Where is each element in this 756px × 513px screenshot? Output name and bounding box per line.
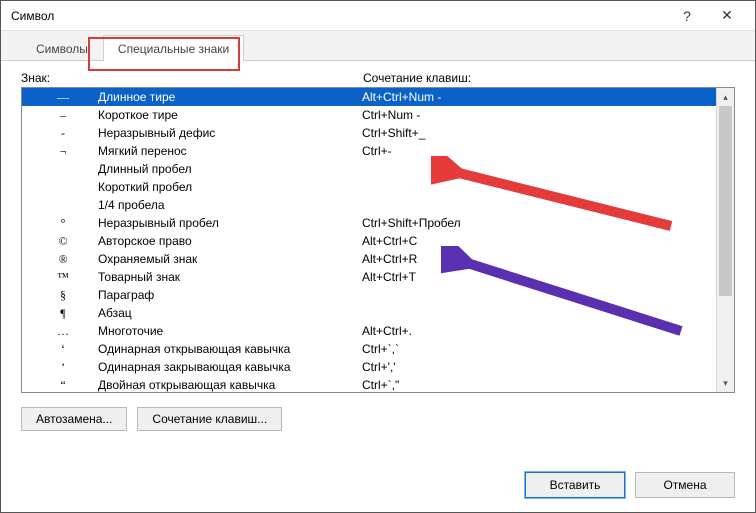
character-list: —Длинное тиреAlt+Ctrl+Num -–Короткое тир… — [21, 87, 735, 393]
lower-button-row: Автозамена... Сочетание клавиш... — [21, 407, 735, 431]
row-symbol: “ — [28, 376, 98, 393]
row-shortcut: Alt+Ctrl+R — [362, 250, 716, 268]
shortcut-button[interactable]: Сочетание клавиш... — [137, 407, 282, 431]
row-shortcut: Ctrl+Num - — [362, 106, 716, 124]
row-shortcut: Ctrl+Shift+Пробел — [362, 214, 716, 232]
row-name: Двойная открывающая кавычка — [98, 376, 362, 393]
table-row[interactable]: ©Авторское правоAlt+Ctrl+C — [22, 232, 716, 250]
row-symbol: § — [28, 286, 98, 304]
row-shortcut: Alt+Ctrl+. — [362, 322, 716, 340]
row-shortcut — [362, 178, 716, 196]
row-name: Короткое тире — [98, 106, 362, 124]
table-row[interactable]: -Неразрывный дефисCtrl+Shift+_ — [22, 124, 716, 142]
dialog-body: Знак: Сочетание клавиш: —Длинное тиреAlt… — [1, 61, 755, 443]
table-row[interactable]: ¶Абзац — [22, 304, 716, 322]
row-shortcut — [362, 196, 716, 214]
insert-button[interactable]: Вставить — [525, 472, 625, 498]
table-row[interactable]: …МноготочиеAlt+Ctrl+. — [22, 322, 716, 340]
row-name: Одинарная закрывающая кавычка — [98, 358, 362, 376]
row-symbol — [28, 178, 98, 196]
character-list-rows: —Длинное тиреAlt+Ctrl+Num -–Короткое тир… — [22, 88, 716, 392]
row-name: Абзац — [98, 304, 362, 322]
row-name: Короткий пробел — [98, 178, 362, 196]
row-shortcut: Alt+Ctrl+T — [362, 268, 716, 286]
help-icon[interactable]: ? — [667, 1, 707, 31]
row-symbol — [28, 160, 98, 178]
column-headers: Знак: Сочетание клавиш: — [21, 71, 735, 85]
row-symbol: … — [28, 322, 98, 340]
table-row[interactable]: “Двойная открывающая кавычкаCtrl+`," — [22, 376, 716, 393]
tab-symbols[interactable]: Символы — [21, 35, 103, 61]
row-shortcut: Ctrl+`,` — [362, 340, 716, 358]
row-shortcut: Ctrl+`," — [362, 376, 716, 393]
scroll-track[interactable] — [717, 106, 734, 374]
tab-symbols-label: Символы — [36, 42, 88, 56]
table-row[interactable]: ’Одинарная закрывающая кавычкаCtrl+',' — [22, 358, 716, 376]
scroll-up-icon[interactable]: ▴ — [717, 88, 734, 106]
autocorrect-button[interactable]: Автозамена... — [21, 407, 127, 431]
row-name: Длинное тире — [98, 88, 362, 106]
cancel-button[interactable]: Отмена — [635, 472, 735, 498]
table-row[interactable]: ®Охраняемый знакAlt+Ctrl+R — [22, 250, 716, 268]
footer-buttons: Вставить Отмена — [525, 472, 735, 498]
table-row[interactable]: ™Товарный знакAlt+Ctrl+T — [22, 268, 716, 286]
titlebar: Символ ? ✕ — [1, 1, 755, 31]
row-shortcut — [362, 286, 716, 304]
row-shortcut — [362, 304, 716, 322]
tab-special-characters-label: Специальные знаки — [118, 42, 229, 56]
tabstrip: Символы Специальные знаки — [1, 31, 755, 61]
row-symbol: – — [28, 106, 98, 124]
row-symbol: © — [28, 232, 98, 250]
row-symbol: ¬ — [28, 142, 98, 160]
row-shortcut: Alt+Ctrl+C — [362, 232, 716, 250]
row-shortcut: Alt+Ctrl+Num - — [362, 88, 716, 106]
row-name: 1/4 пробела — [98, 196, 362, 214]
row-name: Неразрывный дефис — [98, 124, 362, 142]
row-symbol: ° — [28, 214, 98, 232]
table-row[interactable]: ‘Одинарная открывающая кавычкаCtrl+`,` — [22, 340, 716, 358]
row-name: Авторское право — [98, 232, 362, 250]
row-symbol: - — [28, 124, 98, 142]
row-name: Многоточие — [98, 322, 362, 340]
row-name: Мягкий перенос — [98, 142, 362, 160]
header-sign: Знак: — [21, 71, 50, 85]
row-shortcut — [362, 160, 716, 178]
row-shortcut: Ctrl+- — [362, 142, 716, 160]
header-shortcut: Сочетание клавиш: — [363, 71, 471, 85]
scroll-down-icon[interactable]: ▾ — [717, 374, 734, 392]
table-row[interactable]: Длинный пробел — [22, 160, 716, 178]
table-row[interactable]: °Неразрывный пробелCtrl+Shift+Пробел — [22, 214, 716, 232]
row-name: Параграф — [98, 286, 362, 304]
table-row[interactable]: §Параграф — [22, 286, 716, 304]
row-symbol: ’ — [28, 358, 98, 376]
row-symbol: ‘ — [28, 340, 98, 358]
table-row[interactable]: 1/4 пробела — [22, 196, 716, 214]
row-shortcut: Ctrl+Shift+_ — [362, 124, 716, 142]
scroll-thumb[interactable] — [719, 106, 732, 296]
scrollbar[interactable]: ▴ ▾ — [716, 88, 734, 392]
table-row[interactable]: —Длинное тиреAlt+Ctrl+Num - — [22, 88, 716, 106]
row-symbol: ™ — [28, 268, 98, 286]
row-symbol — [28, 196, 98, 214]
window-title: Символ — [11, 9, 667, 23]
row-name: Неразрывный пробел — [98, 214, 362, 232]
row-symbol: ¶ — [28, 304, 98, 322]
row-name: Охраняемый знак — [98, 250, 362, 268]
row-name: Длинный пробел — [98, 160, 362, 178]
table-row[interactable]: Короткий пробел — [22, 178, 716, 196]
row-shortcut: Ctrl+',' — [362, 358, 716, 376]
table-row[interactable]: ¬Мягкий переносCtrl+- — [22, 142, 716, 160]
tab-special-characters[interactable]: Специальные знаки — [103, 35, 244, 61]
row-symbol: ® — [28, 250, 98, 268]
row-name: Одинарная открывающая кавычка — [98, 340, 362, 358]
close-icon[interactable]: ✕ — [707, 1, 747, 31]
table-row[interactable]: –Короткое тиреCtrl+Num - — [22, 106, 716, 124]
row-name: Товарный знак — [98, 268, 362, 286]
row-symbol: — — [28, 88, 98, 106]
